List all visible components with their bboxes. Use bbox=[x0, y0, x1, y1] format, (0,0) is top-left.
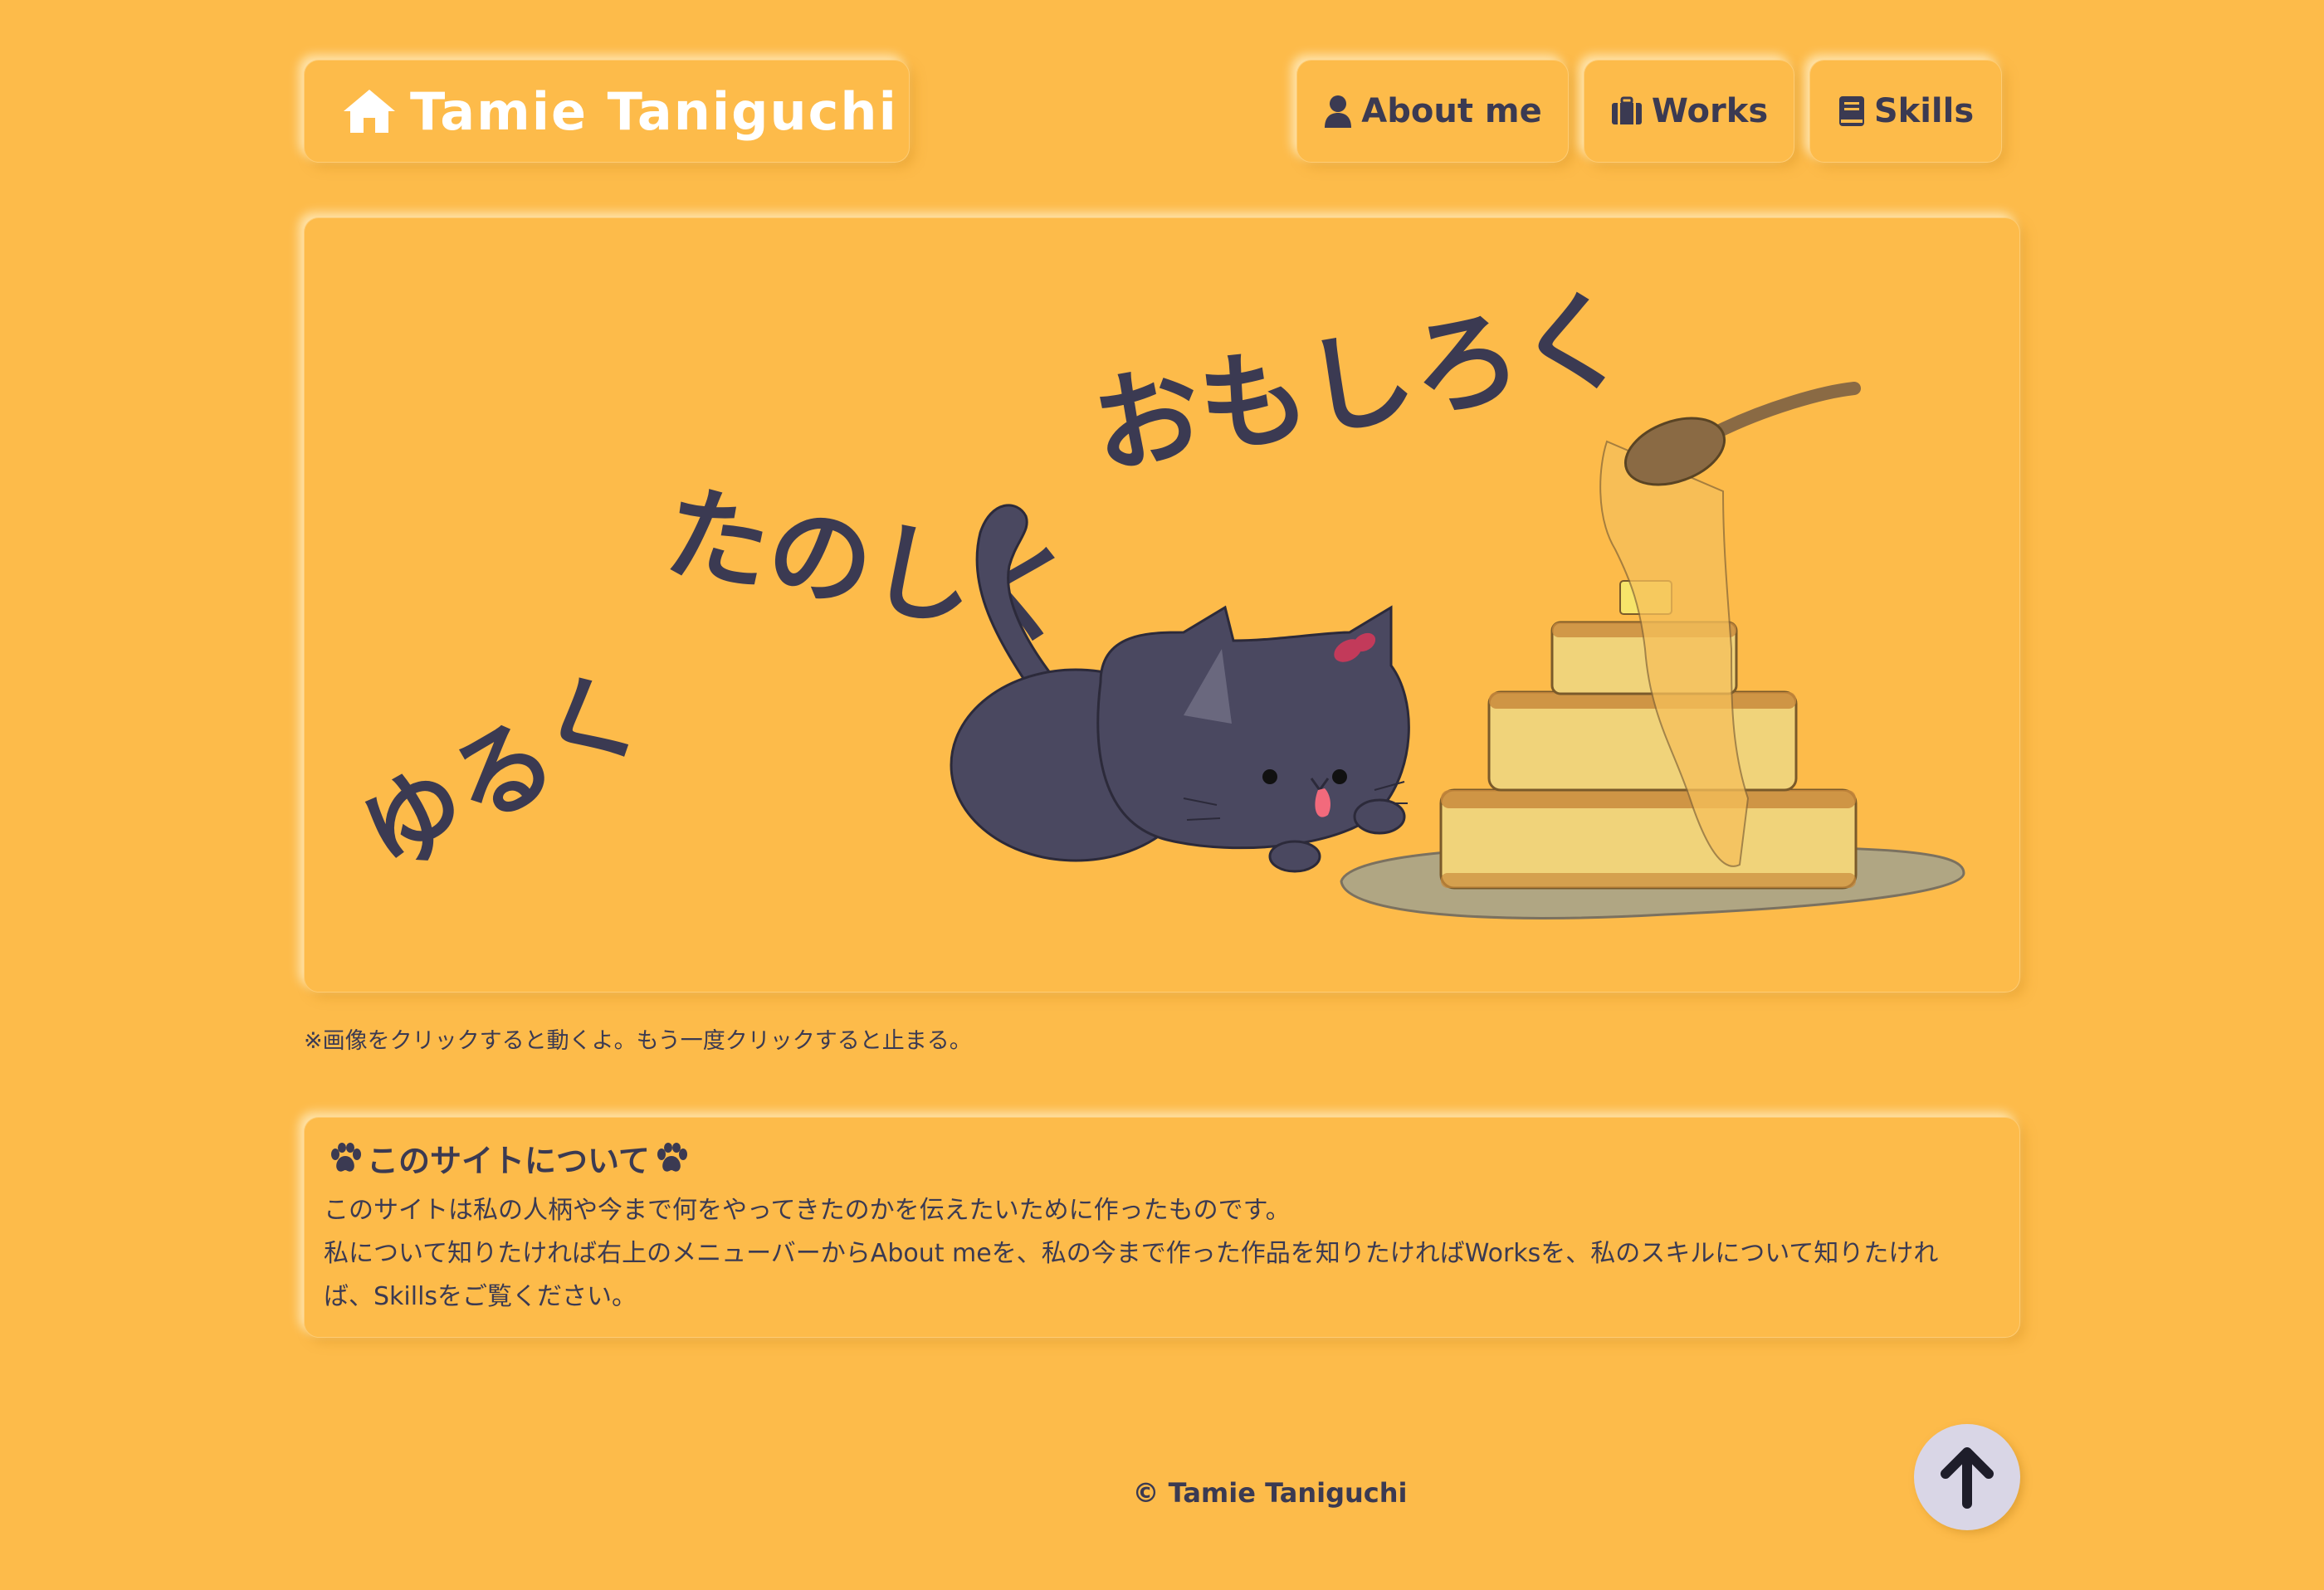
spoon-shape bbox=[1623, 382, 1861, 486]
briefcase-icon bbox=[1611, 96, 1642, 124]
hero-image[interactable]: ゆるく たのしく おもしろく bbox=[304, 217, 2020, 993]
nav-about-me-label: About me bbox=[1361, 92, 1542, 130]
about-site-title: このサイトについて bbox=[367, 1143, 650, 1179]
site-title: Tamie Taniguchi bbox=[410, 80, 898, 142]
hero-illustration: ゆるく たのしく おもしろく bbox=[344, 274, 1965, 919]
scroll-to-top-button[interactable] bbox=[1914, 1424, 2020, 1530]
paw-icon bbox=[657, 1142, 687, 1172]
home-icon bbox=[344, 90, 395, 133]
about-site-heading: このサイトについて bbox=[324, 1135, 2000, 1181]
about-site-line: 私について知りたければ右上のメニューバーからAbout meを、私の今まで作った… bbox=[324, 1239, 1939, 1268]
arrow-up-icon bbox=[1941, 1447, 1994, 1509]
nav-skills-label: Skills bbox=[1873, 92, 1975, 130]
image-hint-text: ※画像をクリックすると動くよ。もう一度クリックすると止まる。 bbox=[304, 1028, 972, 1054]
about-site-line: このサイトは私の人柄や今まで何をやってきたのかを伝えたいために作ったものです。 bbox=[324, 1196, 1291, 1225]
home-link[interactable]: Tamie Taniguchi bbox=[304, 60, 910, 163]
nav-works-label: Works bbox=[1651, 92, 1769, 130]
pancake-stack bbox=[1439, 440, 1858, 890]
hero-word-yuruku: ゆるく bbox=[344, 652, 662, 895]
nav-works-button[interactable]: Works bbox=[1584, 60, 1794, 163]
about-site-section: このサイトについて このサイトは私の人柄や今まで何をやってきたのかを伝えたいため… bbox=[304, 1117, 2020, 1338]
book-icon bbox=[1838, 96, 1864, 126]
paw-icon bbox=[331, 1142, 361, 1172]
hero-word-omoshiroku: おもしろく bbox=[1083, 274, 1637, 492]
nav-about-me-button[interactable]: About me bbox=[1296, 60, 1569, 163]
nav-skills-button[interactable]: Skills bbox=[1809, 60, 2002, 163]
user-icon bbox=[1325, 95, 1352, 128]
about-site-line: ば、Skillsをご覧ください。 bbox=[324, 1282, 637, 1311]
